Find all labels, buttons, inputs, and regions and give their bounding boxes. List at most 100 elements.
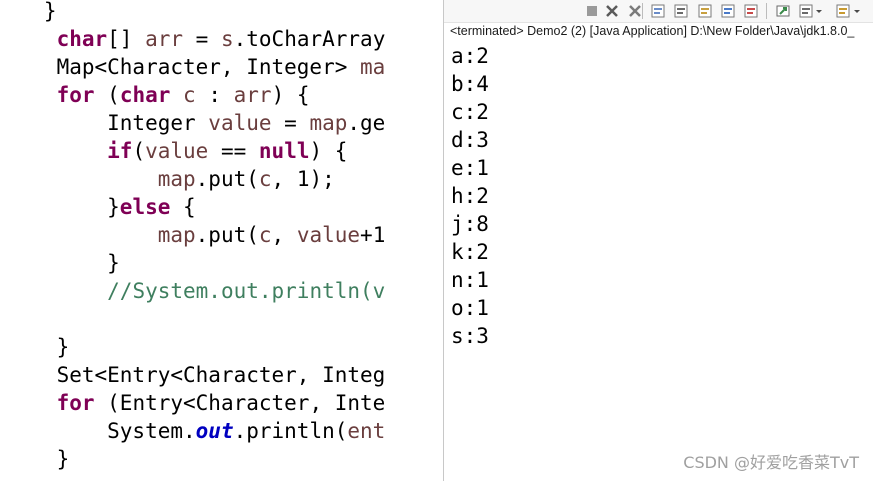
code-token: } (6, 195, 120, 219)
console-output-line: a:2 (451, 44, 489, 68)
code-line: } (6, 333, 70, 361)
code-token: value (145, 139, 209, 163)
code-token: Map<Character, Integer> (6, 55, 361, 79)
code-token: arr (145, 27, 184, 51)
display-console-icon[interactable] (798, 3, 814, 19)
code-token: value (208, 111, 272, 135)
code-line: map.put(c, 1); (6, 165, 335, 193)
code-line: for (char c : arr) { (6, 81, 310, 109)
show-on-stdout-icon[interactable] (720, 3, 736, 19)
code-line: Integer value = map.ge (6, 109, 385, 137)
code-token: : (195, 83, 234, 107)
code-line: }else { (6, 193, 196, 221)
toolbar-separator (642, 3, 643, 19)
display-console-dropdown-icon[interactable] (815, 3, 823, 19)
code-token: System. (6, 419, 196, 443)
console-output-line: n:1 (451, 268, 489, 292)
code-token: +1 (360, 223, 386, 247)
code-line: } (6, 445, 70, 473)
code-token: (Entry<Character, Inte (94, 391, 386, 415)
code-token: , 1); (271, 167, 335, 191)
code-token: ( (132, 139, 146, 163)
code-line: Set<Entry<Character, Integ (6, 361, 386, 389)
open-console-dropdown-icon[interactable] (853, 3, 861, 19)
pin-console-icon[interactable] (775, 3, 791, 19)
code-token: } (6, 447, 70, 471)
code-token: if (107, 139, 133, 163)
word-wrap-icon[interactable] (697, 3, 713, 19)
code-line: Map<Character, Integer> ma (6, 53, 386, 81)
code-token: out (195, 419, 234, 443)
code-token: for (56, 391, 95, 415)
scroll-lock-icon[interactable] (673, 3, 689, 19)
watermark: CSDN @好爱吃香菜TvT (683, 453, 859, 472)
console-output-line: j:8 (451, 212, 489, 236)
code-token: } (6, 335, 70, 359)
code-line: System.out.println(ent (6, 417, 385, 445)
code-token: ) { (271, 83, 310, 107)
code-editor[interactable]: } char[] arr = s.toCharArray Map<Charact… (0, 0, 443, 481)
code-token: Set<Entry<Character, Integ (6, 363, 386, 387)
code-token: c (258, 167, 272, 191)
console-output-line: b:4 (451, 72, 489, 96)
code-token: .put( (195, 167, 259, 191)
code-token: ( (94, 83, 120, 107)
code-token: .ge (347, 111, 386, 135)
code-token: else (119, 195, 171, 219)
code-line: //System.out.println(v (6, 277, 385, 305)
code-token: map (157, 223, 196, 247)
open-console-icon[interactable] (835, 3, 851, 19)
code-token: value (296, 223, 361, 247)
code-token: null (258, 139, 310, 163)
console-output-line: c:2 (451, 100, 489, 124)
code-line: char[] arr = s.toCharArray (6, 25, 386, 53)
clear-console-icon[interactable] (650, 3, 666, 19)
console-output-line: e:1 (451, 156, 489, 180)
console-output-line: d:3 (451, 128, 489, 152)
code-token: ma (360, 55, 386, 79)
code-token: , (271, 223, 297, 247)
code-token: for (56, 83, 95, 107)
code-token: arr (233, 83, 272, 107)
code-token: .println( (233, 419, 348, 443)
code-token: = (183, 27, 221, 51)
code-token: Integer (6, 111, 209, 135)
code-token: c (258, 223, 272, 247)
console-output[interactable]: a:2 b:4 c:2 d:3 e:1 h:2 j:8 k:2 n:1 o:1 s:3 (451, 42, 489, 350)
code-line: } (6, 249, 120, 277)
console-status-label: <terminated> Demo2 (2) [Java Application… (450, 24, 855, 38)
code-token: ent (347, 419, 386, 443)
code-token: map (157, 167, 196, 191)
remove-all-terminated-icon[interactable] (627, 3, 643, 19)
code-token: .put( (195, 223, 259, 247)
terminate-icon[interactable] (584, 3, 600, 19)
code-token: ) { (309, 139, 348, 163)
code-line: if(value == null) { (6, 137, 347, 165)
code-token: = (271, 111, 310, 135)
console-output-line: k:2 (451, 240, 489, 264)
console-toolbar (444, 0, 873, 23)
code-token: //System.out.println(v (107, 279, 386, 303)
code-token: == (208, 139, 259, 163)
code-token: } (6, 251, 120, 275)
code-token: { (170, 195, 196, 219)
console-view: <terminated> Demo2 (2) [Java Application… (443, 0, 873, 481)
code-token: } (6, 0, 57, 23)
remove-launch-icon[interactable] (604, 3, 620, 19)
show-on-stderr-icon[interactable] (743, 3, 759, 19)
code-token: c (183, 83, 196, 107)
code-line: } (6, 0, 57, 25)
code-token: [] (107, 27, 146, 51)
code-token: s (220, 27, 234, 51)
toolbar-separator (766, 3, 767, 19)
code-token: map (309, 111, 348, 135)
code-token: char (119, 83, 171, 107)
